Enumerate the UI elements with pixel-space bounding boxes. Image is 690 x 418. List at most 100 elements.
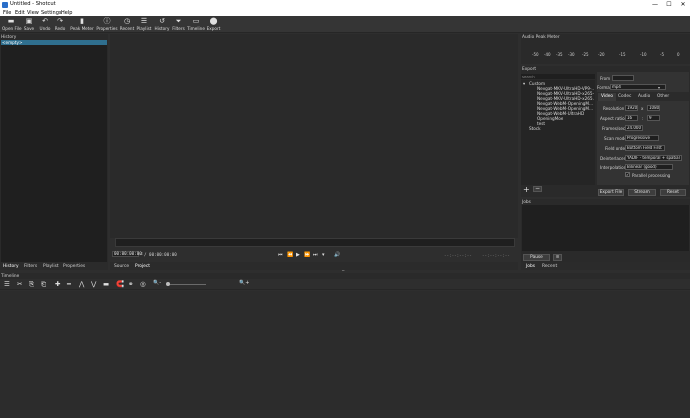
export-file-button[interactable]: Export File bbox=[598, 189, 624, 196]
menu-edit[interactable]: Edit bbox=[15, 10, 25, 16]
audio-peak-meter-panel: Audio Peak Meter bbox=[521, 34, 690, 64]
tab-properties[interactable]: Properties bbox=[63, 264, 85, 269]
grid-menu-icon[interactable]: ▾ bbox=[322, 252, 325, 258]
scale-label: -35 bbox=[556, 52, 563, 57]
stream-button[interactable]: Stream bbox=[628, 189, 656, 196]
tree-expand-icon[interactable]: ▾ bbox=[523, 81, 525, 86]
zoom-out-icon[interactable]: 🔍- bbox=[153, 280, 161, 286]
deinterlacer-select[interactable]: YADIF - temporal + spatial bbox=[625, 155, 682, 161]
menu-settings[interactable]: Settings bbox=[41, 10, 62, 16]
split-icon[interactable]: ▬ bbox=[103, 280, 109, 288]
tab-audio[interactable]: Audio bbox=[638, 94, 650, 99]
tab-history[interactable]: History bbox=[3, 264, 19, 269]
export-button[interactable]: ⬤ Export bbox=[206, 16, 221, 33]
open-file-button[interactable]: ▬ Open File bbox=[2, 16, 22, 33]
history-icon: ↺ bbox=[159, 17, 165, 25]
parallel-processing-checkbox[interactable]: ✓ bbox=[625, 172, 630, 177]
scrub-icon[interactable]: ⚭ bbox=[128, 280, 133, 288]
filters-button[interactable]: ⏷ Filters bbox=[171, 16, 186, 33]
volume-icon[interactable]: 🔊 bbox=[334, 252, 340, 258]
history-button[interactable]: ↺ History bbox=[154, 16, 170, 33]
interpolation-label: Interpolation bbox=[600, 165, 627, 170]
menu-view[interactable]: View bbox=[27, 10, 39, 16]
tab-codec[interactable]: Codec bbox=[618, 94, 631, 99]
remove-preset-button[interactable]: − bbox=[533, 186, 542, 192]
copy-icon[interactable]: ⎘ bbox=[29, 280, 34, 289]
preset-tree[interactable]: ▾ Custom Nevgat-MKV-UltraHD-VP9-... Nevg… bbox=[521, 80, 595, 185]
tab-source[interactable]: Source bbox=[114, 264, 129, 269]
zoom-slider[interactable] bbox=[168, 284, 206, 285]
field-order-select[interactable]: Bottom Field First bbox=[625, 145, 665, 151]
resolution-height-input[interactable]: 1080 bbox=[647, 105, 660, 111]
ripple-icon[interactable]: ◎ bbox=[140, 280, 146, 288]
tab-project[interactable]: Project bbox=[135, 264, 150, 269]
append-icon[interactable]: ✚ bbox=[55, 280, 60, 288]
aspect-width-input[interactable]: 16 bbox=[625, 115, 638, 121]
tab-other[interactable]: Other bbox=[657, 94, 669, 99]
pause-jobs-button[interactable]: Pause bbox=[523, 254, 550, 261]
tab-jobs[interactable]: Jobs bbox=[526, 264, 535, 269]
skip-previous-icon[interactable]: ⏮ bbox=[278, 252, 283, 258]
peak-meter-button[interactable]: ▮ Peak Meter bbox=[70, 16, 94, 33]
properties-button[interactable]: ⓘ Properties bbox=[96, 16, 118, 33]
jobs-list[interactable] bbox=[522, 205, 689, 251]
player-tab-bar: Source Project bbox=[110, 262, 518, 270]
tree-item-stock[interactable]: Stock bbox=[529, 126, 541, 131]
minimize-button[interactable]: — bbox=[648, 0, 662, 9]
lift-icon[interactable]: ⋀ bbox=[79, 280, 84, 288]
from-select[interactable] bbox=[612, 75, 634, 81]
scale-label: -10 bbox=[640, 52, 647, 57]
reset-button[interactable]: Reset bbox=[660, 189, 686, 196]
scan-mode-select[interactable]: Progressive bbox=[625, 135, 659, 141]
overwrite-icon[interactable]: ⋁ bbox=[91, 280, 96, 288]
save-button[interactable]: ▣ Save bbox=[22, 16, 36, 33]
scale-label: -50 bbox=[532, 52, 539, 57]
tab-video[interactable]: Video bbox=[598, 93, 616, 101]
scale-label: -30 bbox=[568, 52, 575, 57]
playlist-button[interactable]: ☰ Playlist bbox=[136, 16, 152, 33]
snap-icon[interactable]: 🧲 bbox=[116, 280, 124, 288]
scale-label: -15 bbox=[619, 52, 626, 57]
fast-forward-icon[interactable]: ⏩ bbox=[304, 252, 310, 258]
recent-button[interactable]: ◷ Recent bbox=[119, 16, 135, 33]
scrubber-bar[interactable] bbox=[115, 238, 515, 247]
resolution-width-input[interactable]: 1920 bbox=[625, 105, 638, 111]
undo-button[interactable]: ↶ Undo bbox=[38, 16, 52, 33]
framerate-label: Frames/sec bbox=[602, 126, 626, 131]
timeline-button[interactable]: ▭ Timeline bbox=[187, 16, 205, 33]
interpolation-select[interactable]: Bilinear (good) bbox=[625, 164, 673, 170]
framerate-input[interactable]: 24.000 bbox=[625, 125, 643, 131]
paste-icon[interactable]: ⎗ bbox=[41, 280, 46, 289]
position-timecode[interactable]: 00:00:00:00 bbox=[112, 251, 142, 257]
skip-next-icon[interactable]: ⏭ bbox=[313, 252, 318, 258]
spin-icon[interactable]: ⇕ bbox=[140, 251, 143, 256]
scale-label: -20 bbox=[598, 52, 605, 57]
aspect-height-input[interactable]: 9 bbox=[647, 115, 660, 121]
tab-filters[interactable]: Filters bbox=[24, 264, 37, 269]
tab-playlist[interactable]: Playlist bbox=[43, 264, 59, 269]
play-icon[interactable]: ▶ bbox=[296, 252, 300, 258]
add-preset-button[interactable]: + bbox=[523, 186, 530, 194]
history-list[interactable] bbox=[1, 40, 107, 262]
menu-help[interactable]: Help bbox=[61, 10, 72, 16]
transport-bar: 00:00:00:00 ⇕ / 00:00:00:00 ⏮ ⏪ ▶ ⏩ ⏭ ▾ … bbox=[110, 249, 518, 262]
close-button[interactable]: ✕ bbox=[676, 0, 690, 9]
scale-label: -40 bbox=[544, 52, 551, 57]
preset-search-input[interactable]: search bbox=[521, 74, 595, 79]
video-viewer[interactable] bbox=[110, 34, 518, 238]
jobs-menu-button[interactable]: ≡ bbox=[553, 254, 562, 261]
out-point-timecode: --:--:--:-- bbox=[482, 253, 510, 258]
timeline-tracks-area[interactable] bbox=[0, 291, 690, 418]
timeline-menu-icon[interactable]: ☰ bbox=[4, 280, 10, 288]
history-item[interactable]: <empty> bbox=[1, 40, 107, 45]
maximize-button[interactable]: ☐ bbox=[662, 0, 676, 9]
cut-icon[interactable]: ✂ bbox=[17, 280, 22, 288]
tab-recent[interactable]: Recent bbox=[542, 264, 557, 269]
menu-file[interactable]: File bbox=[3, 10, 11, 16]
remove-icon[interactable]: ━ bbox=[67, 280, 71, 288]
jobs-tab-bar: Jobs Recent bbox=[521, 262, 690, 270]
redo-button[interactable]: ↷ Redo bbox=[53, 16, 67, 33]
zoom-slider-handle[interactable] bbox=[166, 282, 170, 286]
rewind-icon[interactable]: ⏪ bbox=[287, 252, 293, 258]
zoom-in-icon[interactable]: 🔍+ bbox=[239, 280, 249, 286]
